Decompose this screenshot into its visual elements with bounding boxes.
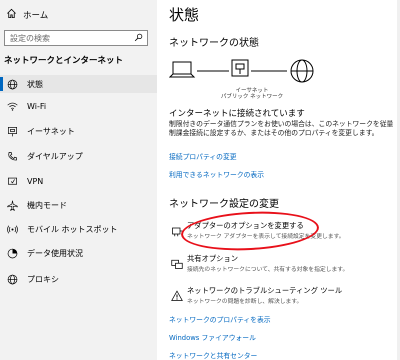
sidebar-item-vpn[interactable]: VPN <box>0 172 157 190</box>
vpn-icon <box>6 175 18 187</box>
sidebar-item-label: ダイヤルアップ <box>27 151 83 161</box>
sidebar-item-airplane[interactable]: 機内モード <box>0 196 157 214</box>
sidebar-item-label: 機内モード <box>27 200 67 210</box>
connection-status-heading: インターネットに接続されています <box>169 109 305 119</box>
troubleshooter-item[interactable]: ネットワークのトラブルシューティング ツール ネットワークの問題を診断し、解決し… <box>169 286 399 308</box>
connection-status-description: 制限付きのデータ通信プランをお使いの場合は、このネットワークを従量制課金接続に設… <box>169 120 394 137</box>
globe-icon <box>6 78 18 90</box>
hotspot-icon <box>6 223 18 235</box>
sidebar: ホーム 設定の検索 ネットワークとインターネット 状態 Wi-Fi イーサネット… <box>0 0 157 360</box>
sidebar-item-label: イーサネット <box>27 126 75 136</box>
search-placeholder: 設定の検索 <box>10 33 50 43</box>
search-input[interactable]: 設定の検索 <box>4 30 148 46</box>
sidebar-item-label: 状態 <box>27 79 43 89</box>
sidebar-item-label: モバイル ホットスポット <box>27 224 118 234</box>
adapter-options-title: アダプターのオプションを変更する <box>187 221 304 230</box>
sharing-options-title: 共有オプション <box>187 254 239 263</box>
network-status-heading: ネットワークの状態 <box>169 38 259 49</box>
data-usage-icon <box>6 247 18 259</box>
sidebar-item-hotspot[interactable]: モバイル ホットスポット <box>0 220 157 238</box>
ethernet-icon <box>231 59 249 77</box>
ethernet-icon <box>6 125 18 137</box>
sidebar-item-ethernet[interactable]: イーサネット <box>0 122 157 140</box>
search-icon <box>134 33 143 44</box>
sidebar-item-proxy[interactable]: プロキシ <box>0 270 157 288</box>
network-sharing-center-link[interactable]: ネットワークと共有センター <box>169 350 257 360</box>
warning-icon <box>171 287 183 301</box>
sidebar-item-status[interactable]: 状態 <box>0 75 157 93</box>
wifi-icon <box>6 100 18 112</box>
phone-icon <box>6 150 18 162</box>
sidebar-item-data-usage[interactable]: データ使用状況 <box>0 244 157 262</box>
page-title: 状態 <box>169 6 200 24</box>
sidebar-item-label: データ使用状況 <box>27 248 83 258</box>
windows-firewall-link[interactable]: Windows ファイアウォール <box>169 332 256 342</box>
sharing-icon <box>171 255 183 269</box>
section-heading: ネットワークとインターネット <box>4 56 124 66</box>
main-content: 状態 ネットワークの状態 イーサネット パブリック ネットワーク インターネット… <box>157 0 400 360</box>
sidebar-item-label: VPN <box>27 176 44 186</box>
globe-icon <box>6 273 18 285</box>
show-available-networks-link[interactable]: 利用できるネットワークの表示 <box>169 169 264 179</box>
diagram-label-network-type: パブリック ネットワーク <box>220 94 284 100</box>
sidebar-item-wifi[interactable]: Wi-Fi <box>0 97 157 115</box>
airplane-icon <box>6 199 18 211</box>
sidebar-item-dialup[interactable]: ダイヤルアップ <box>0 147 157 165</box>
globe-icon <box>290 59 314 83</box>
change-settings-heading: ネットワーク設定の変更 <box>169 199 279 210</box>
troubleshooter-title: ネットワークのトラブルシューティング ツール <box>187 286 343 295</box>
sidebar-item-label: プロキシ <box>27 274 59 284</box>
adapter-options-item[interactable]: アダプターのオプションを変更する ネットワーク アダプターを表示して接続設定を変… <box>169 221 399 243</box>
home-button[interactable]: ホーム <box>6 8 48 22</box>
sharing-options-description: 接続先のネットワークについて、共有する対象を指定します。 <box>187 267 349 273</box>
change-connection-properties-link[interactable]: 接続プロパティの変更 <box>169 151 237 161</box>
home-icon <box>6 8 17 22</box>
troubleshooter-description: ネットワークの問題を診断し、解決します。 <box>187 299 303 305</box>
adapter-icon <box>171 222 183 237</box>
adapter-options-description: ネットワーク アダプターを表示して接続設定を変更します。 <box>187 234 345 240</box>
sidebar-item-label: Wi-Fi <box>27 101 47 111</box>
sharing-options-item[interactable]: 共有オプション 接続先のネットワークについて、共有する対象を指定します。 <box>169 254 399 276</box>
pc-icon <box>169 61 196 78</box>
view-network-properties-link[interactable]: ネットワークのプロパティを表示 <box>169 314 271 324</box>
home-label: ホーム <box>23 11 49 21</box>
